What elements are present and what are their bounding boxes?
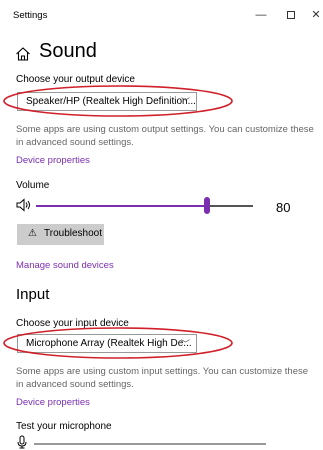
troubleshoot-button[interactable]: ⚠ Troubleshoot — [17, 224, 104, 245]
volume-slider-thumb[interactable] — [204, 197, 210, 214]
chevron-down-icon: ﹀ — [180, 339, 190, 349]
microphone-level-meter — [34, 443, 266, 445]
input-section-title: Input — [16, 286, 50, 303]
speaker-icon[interactable] — [16, 198, 32, 212]
title-bar: Settings — ✕ — [0, 0, 323, 31]
input-device-dropdown[interactable]: Microphone Array (Realtek High De... ﹀ — [17, 334, 197, 353]
maximize-button[interactable] — [283, 7, 299, 23]
volume-slider-fill — [36, 205, 206, 207]
manage-sound-devices-link[interactable]: Manage sound devices — [16, 260, 114, 271]
minimize-button[interactable]: — — [253, 7, 269, 23]
input-description: Some apps are using custom input setting… — [16, 366, 309, 390]
output-device-value: Speaker/HP (Realtek High Definition... — [26, 96, 196, 107]
volume-label: Volume — [16, 180, 50, 191]
volume-slider-track[interactable] — [206, 205, 253, 207]
output-device-properties-link[interactable]: Device properties — [16, 155, 90, 166]
close-button[interactable]: ✕ — [308, 7, 323, 23]
home-icon[interactable] — [15, 46, 31, 62]
input-device-label: Choose your input device — [16, 318, 129, 329]
page-title: Sound — [39, 40, 97, 62]
microphone-icon — [17, 435, 27, 449]
input-device-value: Microphone Array (Realtek High De... — [26, 338, 192, 349]
maximize-icon — [287, 11, 295, 19]
output-device-dropdown[interactable]: Speaker/HP (Realtek High Definition... ﹀ — [17, 92, 197, 111]
test-microphone-label: Test your microphone — [16, 421, 112, 432]
warning-icon: ⚠ — [28, 228, 37, 239]
troubleshoot-label: Troubleshoot — [44, 228, 102, 239]
window-title: Settings — [13, 10, 48, 21]
chevron-down-icon: ﹀ — [180, 97, 190, 107]
volume-value: 80 — [276, 200, 291, 215]
input-device-properties-link[interactable]: Device properties — [16, 397, 90, 408]
output-device-label: Choose your output device — [16, 74, 135, 85]
output-description: Some apps are using custom output settin… — [16, 124, 314, 148]
